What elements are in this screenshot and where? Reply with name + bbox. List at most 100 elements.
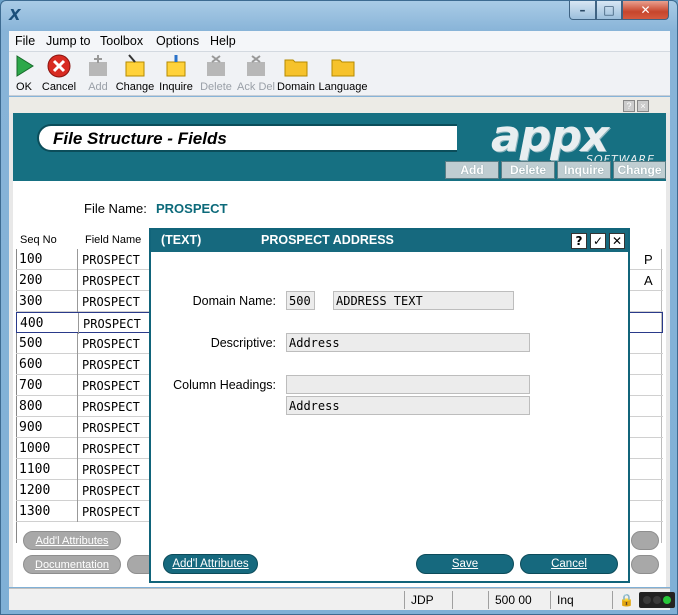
field-cell: PROSPECT xyxy=(82,379,140,393)
seq-cell: 300 xyxy=(16,291,78,312)
seq-cell: 800 xyxy=(16,396,78,417)
dialog-addl-attributes-button[interactable]: Add'l Attributes xyxy=(163,554,258,574)
change-tool-button[interactable]: Change xyxy=(115,54,155,94)
flag-cell: P xyxy=(644,252,653,267)
maximize-button[interactable]: □ xyxy=(596,1,622,20)
title-box: File Structure - Fields xyxy=(37,124,457,152)
ack-delete-icon xyxy=(247,55,265,76)
delete-tool-button[interactable]: Delete xyxy=(199,54,233,94)
status-lights xyxy=(639,592,675,608)
seq-cell: 700 xyxy=(16,375,78,396)
seq-cell: 1000 xyxy=(16,438,78,459)
dialog-ok-icon[interactable]: ✓ xyxy=(590,233,606,249)
status-bar: JDP 500 00 Inq 🔒 xyxy=(9,588,675,610)
menu-toolbox[interactable]: Toolbox xyxy=(100,34,143,48)
menu-file[interactable]: File xyxy=(15,34,35,48)
dialog-cancel-button[interactable]: Cancel xyxy=(520,554,618,574)
appx-icon: X xyxy=(9,6,21,24)
seq-cell: 600 xyxy=(16,354,78,375)
field-cell: PROSPECT xyxy=(82,505,140,519)
title-bar[interactable]: X – □ ✕ xyxy=(1,1,677,31)
menu-options[interactable]: Options xyxy=(156,34,199,48)
field-cell: PROSPECT xyxy=(82,442,140,456)
add-tool-button[interactable]: Add xyxy=(85,54,111,94)
ok-play-icon xyxy=(16,55,34,77)
page-title: File Structure - Fields xyxy=(53,129,227,148)
dialog-close-icon[interactable]: ✕ xyxy=(609,233,625,249)
folder-icon xyxy=(331,59,355,77)
documentation-button[interactable]: Documentation xyxy=(23,555,121,574)
app-window: X – □ ✕ File Jump to Toolbox Options Hel… xyxy=(0,0,678,615)
help-mini-icon[interactable]: ? xyxy=(623,100,635,112)
action-inquire-button[interactable]: Inquire xyxy=(557,161,611,179)
folder-icon xyxy=(284,59,308,77)
inquire-icon xyxy=(166,55,186,77)
seq-cell: 1300 xyxy=(16,501,78,522)
domain-tool-button[interactable]: Domain xyxy=(277,54,315,94)
header-band: File Structure - Fields appx SOFTWARE Ad… xyxy=(13,111,666,181)
hidden-button-right-2[interactable] xyxy=(631,555,659,574)
text-dialog: (TEXT) PROSPECT ADDRESS ? ✓ ✕ Domain Nam… xyxy=(149,228,630,583)
domain-name-label: Domain Name: xyxy=(192,294,276,308)
field-cell: PROSPECT xyxy=(82,484,140,498)
ok-tool-button[interactable]: OK xyxy=(11,54,37,94)
file-name-label: File Name: xyxy=(84,201,147,216)
field-cell: PROSPECT xyxy=(83,317,141,331)
descriptive-label: Descriptive: xyxy=(210,336,276,350)
seq-cell: 400 xyxy=(17,313,79,334)
action-delete-button[interactable]: Delete xyxy=(501,161,555,179)
column-heading-line-2-field[interactable]: Address xyxy=(286,396,530,415)
column-heading-line-1-field[interactable] xyxy=(286,375,530,394)
close-window-button[interactable]: ✕ xyxy=(622,1,669,20)
ack-delete-tool-button[interactable]: Ack Del xyxy=(237,54,275,94)
light-yellow-icon xyxy=(653,596,661,604)
field-cell: PROSPECT xyxy=(82,421,140,435)
domain-number-field[interactable]: 500 xyxy=(286,291,315,310)
light-green-icon xyxy=(663,596,671,604)
column-header-field: Field Name xyxy=(85,234,142,246)
language-tool-button[interactable]: Language xyxy=(318,54,368,94)
inquire-tool-button[interactable]: Inquire xyxy=(158,54,194,94)
seq-cell: 900 xyxy=(16,417,78,438)
addl-attributes-button[interactable]: Add'l Attributes xyxy=(23,531,121,550)
column-headings-label: Column Headings: xyxy=(173,378,276,392)
file-name-value: PROSPECT xyxy=(156,201,228,216)
field-cell: PROSPECT xyxy=(82,358,140,372)
field-cell: PROSPECT xyxy=(82,400,140,414)
cancel-tool-button[interactable]: Cancel xyxy=(41,54,77,94)
hidden-button-right-1[interactable] xyxy=(631,531,659,550)
status-value: 500 00 xyxy=(488,591,550,609)
menu-bar: File Jump to Toolbox Options Help xyxy=(9,31,670,52)
seq-cell: 100 xyxy=(16,249,78,270)
status-empty xyxy=(452,591,488,609)
dialog-help-icon[interactable]: ? xyxy=(571,233,587,249)
field-cell: PROSPECT xyxy=(82,463,140,477)
field-cell: PROSPECT xyxy=(82,337,140,351)
dialog-title: PROSPECT ADDRESS xyxy=(261,233,394,247)
light-red-icon xyxy=(643,596,651,604)
cancel-x-icon xyxy=(47,54,71,78)
menu-help[interactable]: Help xyxy=(210,34,236,48)
add-icon xyxy=(89,55,107,76)
action-add-button[interactable]: Add xyxy=(445,161,499,179)
seq-cell: 1100 xyxy=(16,459,78,480)
flag-cell: A xyxy=(644,273,653,288)
change-icon xyxy=(125,54,145,77)
lock-icon: 🔒 xyxy=(612,591,636,609)
field-cell: PROSPECT xyxy=(82,295,140,309)
dialog-type: (TEXT) xyxy=(161,233,202,247)
dialog-save-button[interactable]: Save xyxy=(416,554,514,574)
action-change-button[interactable]: Change xyxy=(613,161,666,179)
seq-cell: 500 xyxy=(16,333,78,354)
domain-name-field[interactable]: ADDRESS TEXT xyxy=(333,291,514,310)
dialog-title-bar[interactable]: (TEXT) PROSPECT ADDRESS ? ✓ ✕ xyxy=(151,230,628,252)
toolbar: OK Cancel Add Change Inquire Delete Ack … xyxy=(9,52,670,96)
seq-cell: 1200 xyxy=(16,480,78,501)
close-mini-icon[interactable]: × xyxy=(637,100,649,112)
menu-jump-to[interactable]: Jump to xyxy=(46,34,90,48)
descriptive-field[interactable]: Address xyxy=(286,333,530,352)
column-header-seq: Seq No xyxy=(20,234,57,246)
appx-logo: appx SOFTWARE xyxy=(491,111,666,166)
minimize-button[interactable]: – xyxy=(569,1,596,20)
field-cell: PROSPECT xyxy=(82,253,140,267)
